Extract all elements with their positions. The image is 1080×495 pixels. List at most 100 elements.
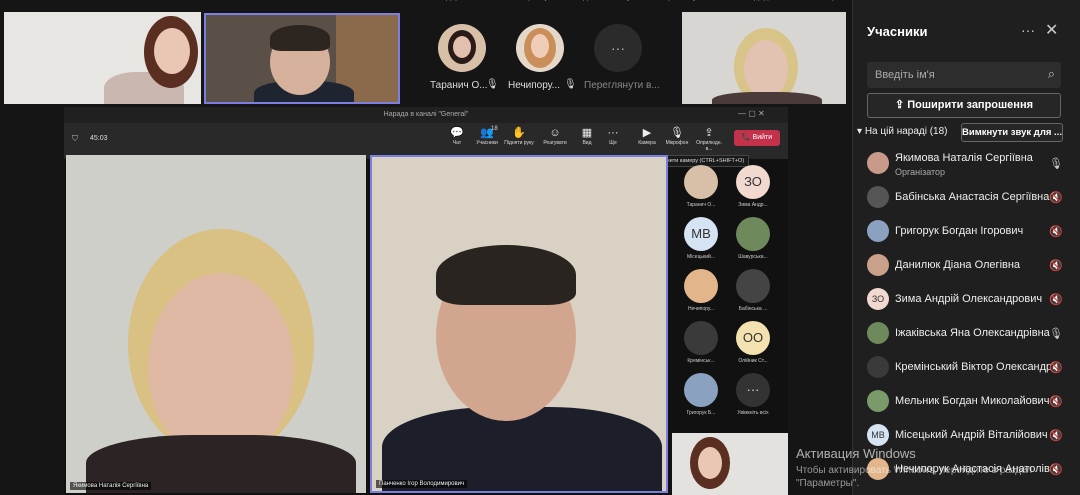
top-menu-item[interactable]: Реагувати [610,0,647,4]
participant-row[interactable]: Григорук Богдан Ігорович 🔇 [853,216,1080,250]
toolbar-label: Мікрофон [665,140,689,146]
toolbar-mic-button[interactable]: 🎙 Мікрофон [662,126,692,146]
toolbar-label: Ще [609,140,617,146]
mic-off-icon[interactable]: 🔇 [1049,395,1063,408]
mic-icon: 🎙 [670,127,684,139]
meeting-timer: 45:03 [90,135,108,142]
gallery-avatar-label: Кремінськ... [687,358,715,364]
gallery-avatar[interactable]: ··· [736,373,770,407]
avatar [867,390,889,412]
gallery-avatar[interactable]: ЗО [736,165,770,199]
top-menu-item[interactable]: Надати [573,0,600,4]
gallery-avatar[interactable]: ОО [736,321,770,355]
toolbar-chat-button[interactable]: 💬 Чат [442,126,472,146]
video-tile-yakymova[interactable]: Якимова Наталія Сергіївна [66,155,366,493]
activation-watermark-title: Активация Windows [796,446,916,461]
raise-hand-icon: ✋ [512,127,526,139]
avatar [867,322,889,344]
participant-name: Бабінська Анастасія Сергіївна [895,191,1050,203]
video-tile-self[interactable] [672,433,788,495]
video-tile-active-speaker[interactable] [204,13,400,104]
gallery-avatar-label: Олійник Ст... [738,358,768,364]
camera-icon: ▶ [642,127,652,139]
video-tile-participant-1[interactable] [4,12,201,104]
toolbar-camera-button[interactable]: ▶ Камера [632,126,662,146]
toolbar-share-button[interactable]: ⇪ Оприлюдн. в... [694,126,724,152]
mute-all-button[interactable]: Вимкнути звук для ... [961,123,1063,142]
gallery-avatar[interactable] [736,269,770,303]
participant-row[interactable]: Іжаківська Яна Олександрівна 🎙 [853,318,1080,352]
section-toggle[interactable]: ▾ На цій нараді (18) [857,126,948,137]
gallery-avatar[interactable] [684,373,718,407]
activation-watermark-text: Чтобы активировать Windows, перейдите в … [796,465,1033,476]
gallery-avatar[interactable] [684,269,718,303]
participant-row[interactable]: Якимова Наталія Сергіївна Організатор 🎙 [853,148,1080,182]
gallery-avatar-label: Місецький... [687,254,715,260]
gallery-avatar[interactable]: МВ [684,217,718,251]
mic-off-icon[interactable]: 🔇 [1049,191,1063,204]
window-controls[interactable]: — ▢ ✕ [738,109,765,118]
search-input[interactable] [867,62,1037,88]
share-window-title: Нарада в каналі "General" [64,107,788,123]
top-menu-item[interactable]: Чат [496,0,509,4]
video-tile-participant-2[interactable] [682,12,846,104]
top-menu-item[interactable]: Додатково [754,0,793,4]
participant-name-label: Якимова Наталія Сергіївна [70,482,152,490]
participant-row[interactable]: Бабінська Анастасія Сергіївна 🔇 [853,182,1080,216]
participant-name: Місецький Андрій Віталійович [895,429,1048,441]
panel-title: Учасники [867,24,928,39]
mic-off-icon[interactable]: 🔇 [1049,361,1063,374]
mic-off-icon[interactable]: 🔇 [1049,293,1063,306]
top-menu-item[interactable]: Переглянути [658,0,705,4]
mic-off-icon[interactable]: 🔇 [1049,225,1063,238]
avatar[interactable] [438,24,486,72]
leave-button[interactable]: 📞 Вийти [734,130,780,146]
share-invite-button[interactable]: ⇪ Поширити запрошення [867,93,1061,118]
mic-icon[interactable]: 🎙 [1049,327,1063,340]
more-icon: ··· [607,127,619,139]
view-more-button[interactable]: ··· [594,24,642,72]
toolbar-label: Учасники [476,140,498,146]
participant-row[interactable]: ЗО Зима Андрій Олександрович 🔇 [853,284,1080,318]
participant-row[interactable]: Кремінський Віктор Олександр... 🔇 [853,352,1080,386]
avatar[interactable] [516,24,564,72]
react-icon: ☺ [549,127,561,139]
search-icon[interactable]: ⌕ [1048,66,1055,82]
top-menu-item[interactable]: Початок [400,0,430,4]
gallery-avatar[interactable] [684,165,718,199]
shield-icon: ⛉ [72,134,78,143]
gallery-avatar[interactable] [736,217,770,251]
gallery-avatar[interactable] [684,321,718,355]
toolbar-react-button[interactable]: ☺ Реагувати [540,126,570,146]
toolbar-raise-hand-button[interactable]: ✋ Підняти руку [504,126,534,146]
gallery-avatar-label: Таранич О... [686,202,716,208]
mic-off-icon[interactable]: 🔇 [1049,429,1063,442]
avatar [867,220,889,242]
meeting-toolbar: ⛉ 45:03 💬 Чат 👥 18 Учасники ✋ Підняти руку ☺ Реа… [64,123,788,159]
top-menu-item[interactable]: Камера [813,0,841,4]
gallery-avatar-label: Зима Андр... [738,202,768,208]
avatar [867,254,889,276]
participant-search: ⌕ [867,62,1061,88]
more-options-icon[interactable]: ··· [1021,22,1035,38]
toolbar-people-button[interactable]: 👥 18 Учасники [472,126,502,146]
top-menu-item[interactable]: Одержані [440,0,476,4]
mic-icon[interactable]: 🎙 [1049,157,1063,170]
avatar [867,152,889,174]
participant-count: 18 [491,126,498,132]
shared-screen: Нарада в каналі "General" — ▢ ✕ ⛉ 45:03 … [64,107,788,495]
participant-name: Данилюк Діана Олегівна [895,259,1021,271]
avatar-label: Переглянути в... [584,80,660,91]
toolbar-more-button[interactable]: ··· Ще [598,126,628,146]
close-icon[interactable]: ✕ [1045,20,1058,40]
mic-off-icon[interactable]: 🔇 [1049,259,1063,272]
mic-off-icon[interactable]: 🔇 [1049,463,1063,476]
participant-row[interactable]: Данилюк Діана Олегівна 🔇 [853,250,1080,284]
toolbar-label: Підняти руку [504,140,534,146]
toolbar-label: Вид [582,140,592,146]
video-tile-panchenko[interactable]: Панченко Ігор Володимирович [370,155,668,493]
top-menu-item[interactable]: Кімнати [715,0,744,4]
top-menu-item[interactable]: Користувачі [519,0,563,4]
gallery-avatar-label: Григорук Б... [686,410,716,416]
participant-row[interactable]: Мельник Богдан Миколайович 🔇 [853,386,1080,420]
